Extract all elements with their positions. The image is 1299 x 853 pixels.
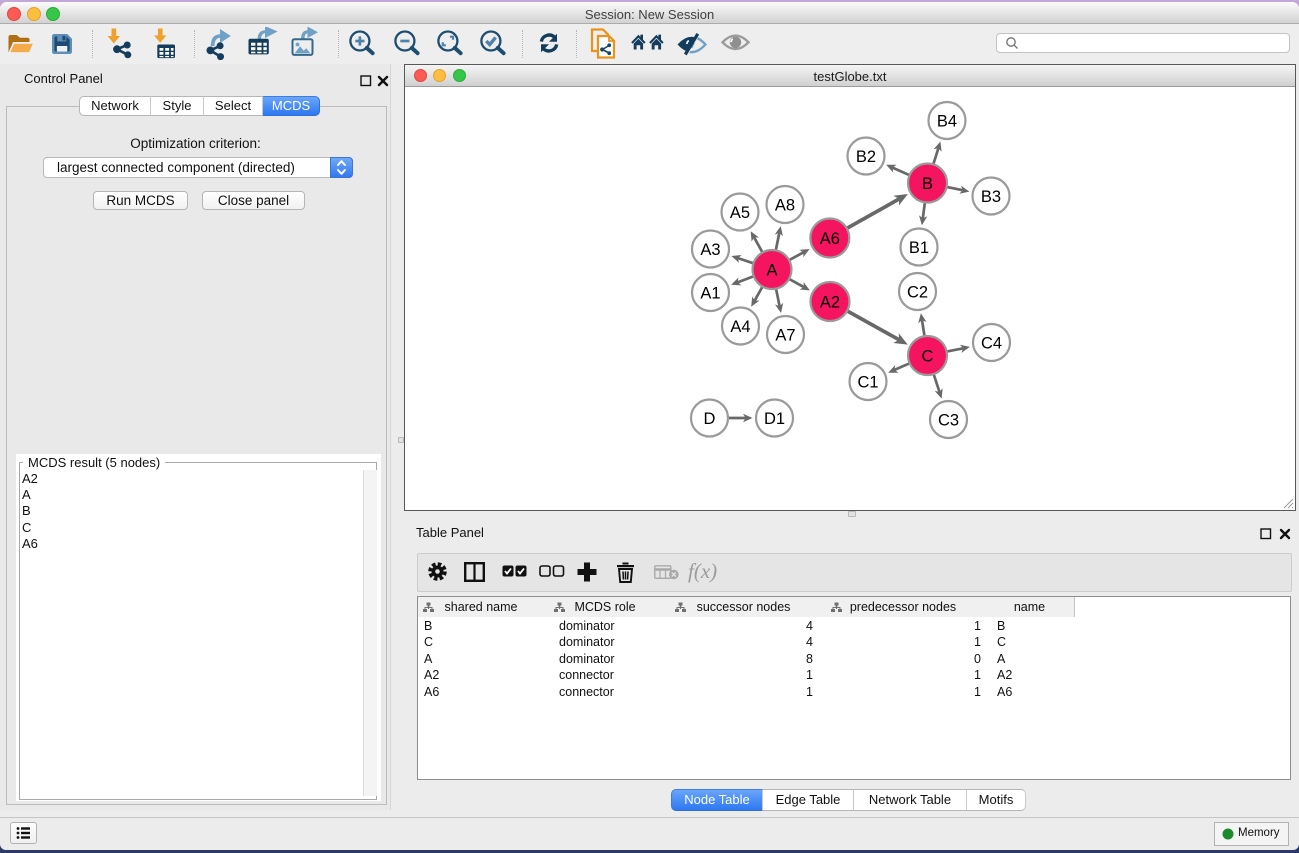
svg-text:A3: A3 [700,241,720,259]
svg-text:B2: B2 [856,148,876,166]
svg-text:B3: B3 [981,188,1001,206]
svg-text:A2: A2 [820,294,840,312]
svg-text:C3: C3 [938,412,959,430]
svg-text:B1: B1 [909,239,929,257]
svg-text:C4: C4 [981,335,1002,353]
svg-text:A8: A8 [775,197,795,215]
svg-text:A6: A6 [820,230,840,248]
svg-text:B: B [922,175,933,193]
svg-text:C: C [922,348,934,366]
svg-text:C1: C1 [857,374,878,392]
svg-text:D: D [704,410,716,428]
svg-text:B4: B4 [937,113,957,131]
svg-text:D1: D1 [764,410,785,428]
svg-text:A7: A7 [775,327,795,345]
svg-text:A4: A4 [730,318,750,336]
svg-text:A5: A5 [730,204,750,222]
svg-text:A1: A1 [700,285,720,303]
svg-text:A: A [766,262,777,280]
svg-text:C2: C2 [907,284,928,302]
